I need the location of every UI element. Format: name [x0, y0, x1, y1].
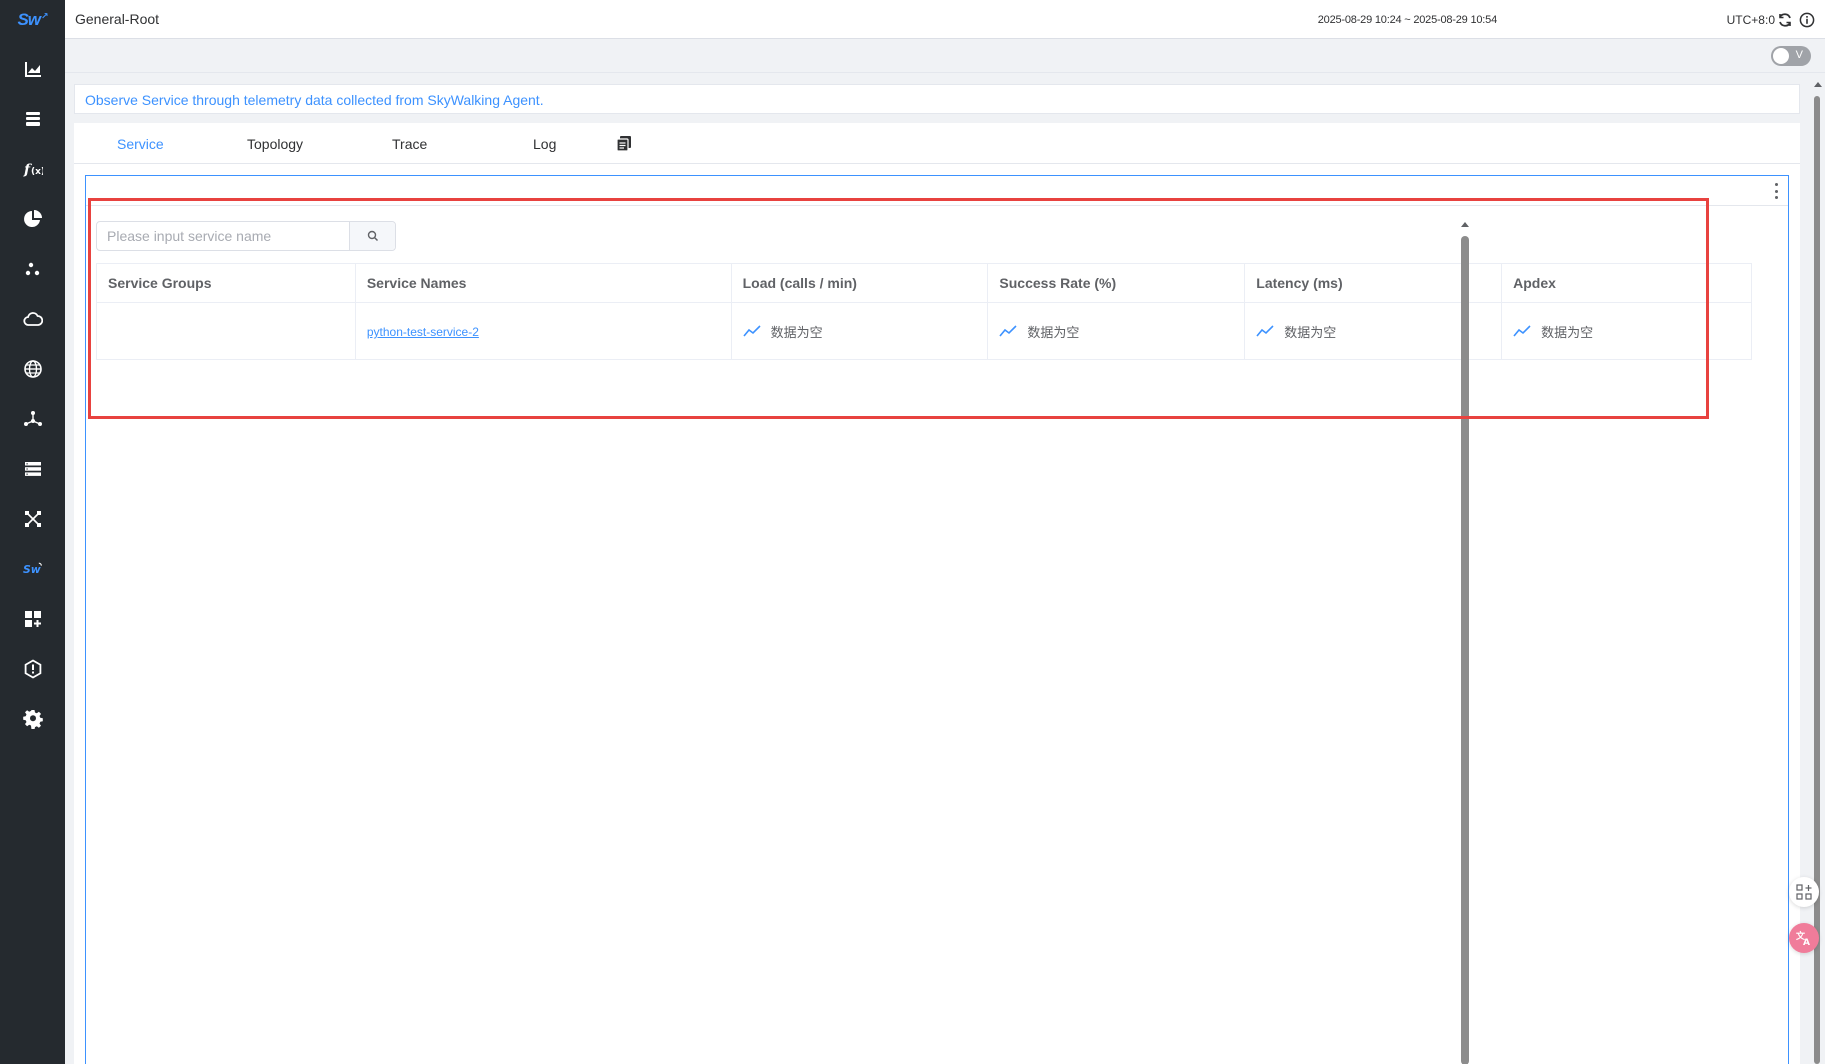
top-bar: General-Root 2025-08-29 10:24 ~ 2025-08-…: [65, 0, 1825, 39]
sidebar-item-functions[interactable]: f(x): [0, 149, 65, 189]
service-list-widget: Service Groups Service Names Load (calls…: [85, 175, 1789, 1064]
search-button[interactable]: [349, 222, 395, 250]
sidebar-item-kubernetes[interactable]: [0, 299, 65, 339]
tab-bar: Service Topology Trace Log: [74, 123, 1800, 164]
reload-icon[interactable]: [1777, 12, 1793, 28]
header-load: Load (calls / min): [731, 263, 989, 303]
more-vertical-icon[interactable]: [1774, 183, 1778, 199]
table-header-row: Service Groups Service Names Load (calls…: [96, 263, 1752, 303]
svg-text:A: A: [1803, 938, 1810, 947]
gear-icon: [22, 710, 43, 729]
function-icon: f(x): [23, 162, 43, 178]
empty-data-text: 数据为空: [1541, 324, 1594, 340]
copy-icon[interactable]: [615, 134, 633, 152]
qr-add-icon: [1796, 884, 1812, 900]
search-input[interactable]: [97, 222, 349, 250]
dashboard-icon: [24, 611, 41, 627]
line-chart-icon: [999, 325, 1017, 337]
sidebar-item-service-mesh[interactable]: [0, 249, 65, 289]
gateway-icon: [23, 411, 42, 426]
line-chart-icon: [742, 325, 761, 337]
alert-icon: [24, 659, 41, 679]
skywalking-logo[interactable]: Sw ↗: [0, 6, 65, 34]
sidebar-item-visual-database[interactable]: [0, 199, 65, 239]
metric-load[interactable]: 数据为空: [742, 322, 977, 341]
dashboard-description: Observe Service through telemetry data c…: [74, 84, 1800, 114]
search-icon: [367, 230, 378, 242]
svg-text:(x): (x): [31, 167, 43, 177]
time-range-picker[interactable]: 2025-08-29 10:24 ~ 2025-08-29 10:54: [1318, 14, 1497, 26]
database-icon: [25, 112, 40, 126]
sidebar-item-skywalking[interactable]: Sw: [0, 549, 65, 589]
service-search: [96, 221, 396, 251]
toggle-label: V: [1795, 49, 1803, 61]
tab-topology[interactable]: Topology: [247, 136, 303, 152]
main-scroll-thumb[interactable]: [1814, 96, 1820, 1064]
empty-data-text: 数据为空: [1027, 324, 1080, 340]
svg-text:Sw: Sw: [23, 563, 42, 576]
empty-data-text: 数据为空: [770, 324, 823, 340]
widget-scroll-thumb[interactable]: [1461, 236, 1469, 1064]
widget-scroll-up-arrow[interactable]: [1461, 222, 1469, 227]
tab-trace[interactable]: Trace: [392, 136, 427, 152]
header-service-names: Service Names: [355, 263, 732, 303]
server-icon: [24, 462, 41, 476]
header-success-rate: Success Rate (%): [987, 263, 1246, 303]
timezone-label: UTC+8:0: [1726, 13, 1775, 27]
chart-icon: [24, 62, 41, 77]
service-link[interactable]: python-test-service-2: [367, 325, 479, 339]
cell-apdex: 数据为空: [1501, 302, 1752, 360]
description-text: Observe Service through telemetry data c…: [85, 92, 544, 108]
tab-service[interactable]: Service: [117, 136, 164, 152]
globe-icon: [23, 360, 42, 378]
float-translate-button[interactable]: 文A: [1789, 923, 1819, 953]
tab-log[interactable]: Log: [533, 136, 556, 152]
sidebar-item-infrastructure[interactable]: [0, 349, 65, 389]
empty-data-text: 数据为空: [1284, 324, 1337, 340]
cell-service-group: [96, 302, 356, 360]
header-service-groups: Service Groups: [96, 263, 356, 303]
header-apdex: Apdex: [1501, 263, 1752, 303]
cell-service-name: python-test-service-2: [355, 302, 732, 360]
network-icon: [24, 511, 41, 527]
table-row: python-test-service-2 数据为空 数据为空 数据为空 数据为…: [96, 302, 1752, 360]
sidebar-item-alerting[interactable]: [0, 649, 65, 689]
info-icon[interactable]: [1799, 12, 1815, 28]
metric-success-rate[interactable]: 数据为空: [999, 322, 1233, 341]
widget-area: Service Groups Service Names Load (calls…: [74, 164, 1800, 1064]
sidebar: Sw↗ f(x) Sw: [0, 0, 65, 1064]
line-chart-icon: [1513, 325, 1531, 337]
sidebar-item-gateway[interactable]: [0, 399, 65, 439]
service-table: Service Groups Service Names Load (calls…: [96, 263, 1752, 360]
sidebar-item-settings[interactable]: [0, 699, 65, 739]
line-chart-icon: [1256, 325, 1274, 337]
sidebar-item-mq[interactable]: [0, 449, 65, 489]
metric-latency[interactable]: 数据为空: [1256, 322, 1490, 341]
metric-apdex[interactable]: 数据为空: [1513, 322, 1740, 341]
float-qr-button[interactable]: [1789, 877, 1819, 907]
sidebar-item-general-service[interactable]: [0, 49, 65, 89]
main-scroll-up-arrow[interactable]: [1814, 82, 1822, 87]
widget-header: [86, 176, 1788, 206]
sidebar-item-self-observability[interactable]: [0, 499, 65, 539]
cell-success-rate: 数据为空: [987, 302, 1246, 360]
sidebar-item-database[interactable]: [0, 99, 65, 139]
mesh-icon: [25, 262, 39, 276]
translate-icon: 文A: [1795, 930, 1810, 947]
page-title: General-Root: [75, 11, 160, 27]
sidebar-item-dashboard[interactable]: [0, 599, 65, 639]
pie-icon: [23, 210, 42, 227]
skywalking-icon: Sw: [23, 562, 42, 576]
cell-load: 数据为空: [731, 302, 989, 360]
sub-bar: V: [65, 39, 1825, 73]
cloud-icon: [22, 312, 43, 326]
view-toggle-switch[interactable]: V: [1771, 46, 1811, 66]
toggle-knob: [1773, 48, 1789, 64]
